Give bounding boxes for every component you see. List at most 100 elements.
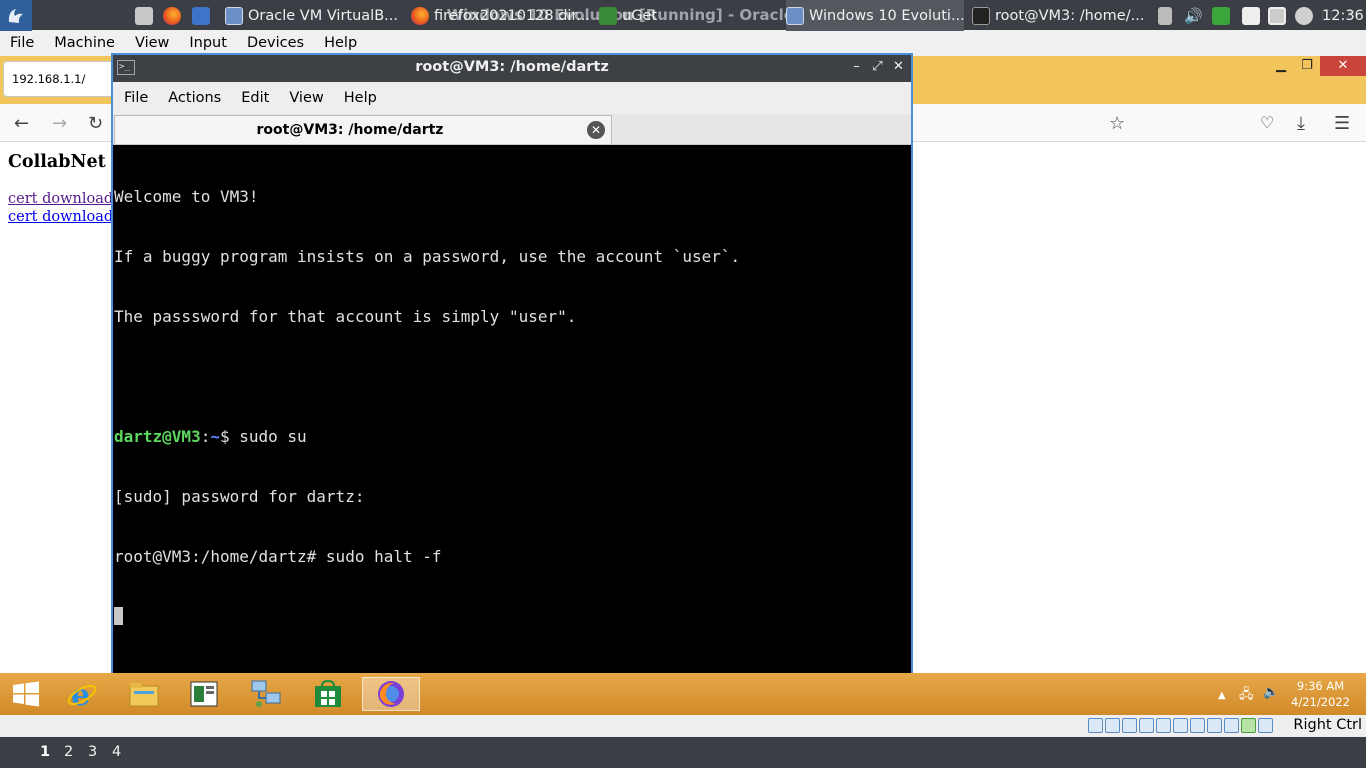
maximize-icon[interactable]: ⤢ — [871, 59, 884, 74]
show-hidden-icons[interactable]: ▲ — [1218, 690, 1226, 701]
workspace-3[interactable]: 3 — [88, 744, 97, 760]
task-label: Windows 10 Evoluti... — [809, 7, 964, 24]
firefox-launcher[interactable] — [163, 0, 187, 31]
volume-tray-icon[interactable]: 🔈 — [1263, 685, 1279, 700]
show-desktop-icon — [192, 6, 210, 25]
keyboard-capture-icon[interactable] — [1258, 718, 1273, 733]
clipboard-tray[interactable] — [1158, 0, 1176, 31]
network-tray-icon[interactable]: 🖧 — [1239, 685, 1254, 707]
terminal-cursor-line — [114, 607, 910, 627]
task-virtualbox[interactable]: Oracle VM VirtualB... — [225, 0, 400, 31]
menu-help[interactable]: Help — [314, 35, 367, 51]
task-terminal[interactable]: root@VM3: /home/... — [972, 0, 1148, 31]
host-key-label: Right Ctrl — [1293, 717, 1362, 733]
menu-edit[interactable]: Edit — [231, 90, 279, 106]
internet-explorer-icon: e — [67, 678, 97, 710]
firefox-minimize-icon[interactable]: ▁ — [1268, 56, 1294, 76]
terminal-line: If a buggy program insists on a password… — [114, 247, 741, 266]
menu-file[interactable]: File — [114, 90, 158, 106]
audio-icon[interactable] — [1122, 718, 1137, 733]
network-taskbar-button[interactable] — [240, 677, 292, 711]
menu-help[interactable]: Help — [334, 90, 387, 106]
firefox-taskbar-button[interactable] — [362, 677, 420, 711]
shared-folders-icon[interactable] — [1173, 718, 1188, 733]
power-tray[interactable] — [1295, 0, 1317, 31]
ie-taskbar-button[interactable]: e — [56, 677, 108, 711]
folder-icon — [129, 683, 159, 707]
guest-taskbar: e — [0, 673, 1366, 715]
menu-machine[interactable]: Machine — [44, 35, 125, 51]
file-explorer-button[interactable] — [118, 677, 170, 711]
virtualbox-icon — [786, 6, 804, 25]
workspace-4[interactable]: 4 — [112, 744, 121, 760]
menu-hamburger-icon[interactable]: ☰ — [1334, 113, 1350, 134]
display-icon[interactable] — [1190, 718, 1205, 733]
task-windows10[interactable]: Windows 10 Evoluti... — [786, 0, 964, 31]
firefox-tab[interactable]: 192.168.1.1/ — [3, 61, 115, 97]
mouse-integration-icon[interactable] — [1224, 718, 1239, 733]
menu-view[interactable]: View — [125, 35, 179, 51]
menu-input[interactable]: Input — [179, 35, 237, 51]
notes-icon — [1242, 6, 1260, 25]
notes-tray[interactable] — [1242, 0, 1264, 31]
usb-icon[interactable] — [1156, 718, 1171, 733]
pocket-icon[interactable]: ♡ — [1260, 113, 1274, 132]
distro-logo-icon — [8, 8, 23, 23]
minimize-icon[interactable]: – — [850, 59, 863, 74]
command-text: sudo su — [239, 427, 307, 446]
terminal-line: [sudo] password for dartz: — [114, 487, 365, 506]
start-button[interactable] — [0, 677, 52, 711]
terminal-icon — [972, 6, 990, 25]
monitor-icon — [1268, 6, 1286, 25]
back-icon[interactable]: ← — [14, 113, 29, 134]
optical-drive-icon[interactable] — [1105, 718, 1120, 733]
terminal-tab[interactable]: root@VM3: /home/dartz ✕ — [114, 115, 612, 144]
prompt-path: ~ — [210, 427, 220, 446]
workspace-1[interactable]: 1 — [40, 744, 50, 760]
menu-file[interactable]: File — [0, 35, 44, 51]
task-label: Oracle VM VirtualB... — [248, 7, 398, 24]
terminal-output[interactable]: Welcome to VM3! If a buggy program insis… — [114, 147, 910, 680]
hard-disk-icon[interactable] — [1088, 718, 1103, 733]
firefox-close-icon[interactable]: ✕ — [1320, 56, 1366, 76]
task-firefox[interactable]: firefox20210128 dir... — [411, 0, 591, 31]
firefox-restore-icon[interactable]: ❐ — [1294, 56, 1320, 76]
firefox-icon — [163, 6, 181, 25]
workspace-2[interactable]: 2 — [64, 744, 73, 760]
app-taskbar-button[interactable] — [178, 677, 230, 711]
menu-actions[interactable]: Actions — [158, 90, 231, 106]
desktop-launcher[interactable] — [192, 0, 216, 31]
firefox-icon — [378, 681, 404, 707]
network-icon[interactable] — [1139, 718, 1154, 733]
host-clock[interactable]: 12:36 — [1322, 0, 1366, 31]
bookmark-star-icon[interactable]: ☆ — [1109, 113, 1125, 134]
downloads-icon[interactable]: ⤓ — [1297, 113, 1305, 134]
menu-devices[interactable]: Devices — [237, 35, 314, 51]
terminal-window: >_ root@VM3: /home/dartz – ⤢ ✕ File Acti… — [111, 53, 913, 682]
reload-icon[interactable]: ↻ — [88, 113, 103, 134]
task-label: root@VM3: /home/... — [995, 7, 1145, 24]
volume-tray[interactable]: 🔊 — [1184, 0, 1204, 31]
cpu-icon[interactable] — [1241, 718, 1256, 733]
menu-view[interactable]: View — [279, 90, 333, 106]
guest-time: 9:36 AM — [1296, 679, 1345, 693]
document-window-icon — [190, 681, 218, 707]
store-taskbar-button[interactable] — [302, 677, 354, 711]
prompt-separator: : — [200, 427, 211, 446]
uget-tray[interactable] — [1212, 0, 1236, 31]
windows-logo-icon — [13, 681, 39, 707]
display-tray[interactable] — [1268, 0, 1290, 31]
task-uget[interactable]: uGet — [599, 0, 669, 31]
guest-clock[interactable]: 9:36 AM 4/21/2022 — [1291, 678, 1350, 710]
terminal-line: Welcome to VM3! — [114, 187, 259, 206]
virtualbox-icon — [225, 6, 243, 25]
file-manager-launcher[interactable] — [135, 0, 155, 31]
host-menu-button[interactable] — [0, 0, 32, 31]
cert-download-link[interactable]: cert download ( — [8, 191, 123, 207]
close-icon[interactable]: ✕ — [892, 59, 905, 74]
forward-icon[interactable]: → — [52, 113, 67, 134]
tab-close-icon[interactable]: ✕ — [587, 121, 605, 139]
recording-icon[interactable] — [1207, 718, 1222, 733]
terminal-menubar: File Actions Edit View Help — [113, 82, 911, 114]
cert-download-link[interactable]: cert download ( — [8, 209, 123, 225]
